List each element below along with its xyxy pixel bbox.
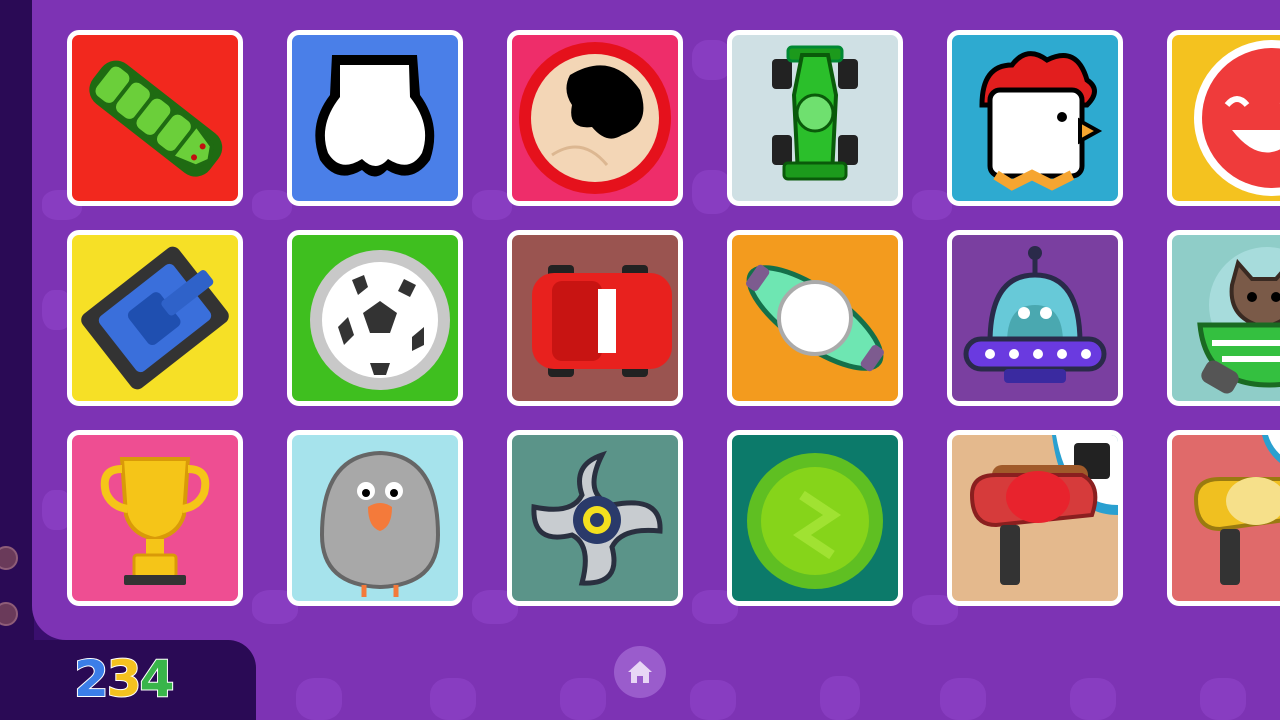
game-tile-trophy[interactable]: [67, 430, 243, 606]
game-tile-cat-boat[interactable]: [1167, 230, 1280, 406]
spaceship-icon: [746, 264, 884, 372]
player-count-digit-2: 3: [106, 649, 143, 709]
sumo-icon: [519, 42, 671, 194]
game-tile-red-boxer[interactable]: [947, 430, 1123, 606]
game-tile-pigeon[interactable]: [287, 430, 463, 606]
game-tile-green-ball[interactable]: [727, 430, 903, 606]
chicken-icon: [979, 51, 1103, 191]
game-tile-chicken[interactable]: [947, 30, 1123, 206]
game-tile-ufo[interactable]: [947, 230, 1123, 406]
green-ball-icon: [747, 453, 883, 589]
left-sidebar: [0, 0, 34, 720]
sidebar-dot-icon[interactable]: [0, 546, 18, 570]
red-car-icon: [532, 265, 672, 377]
paw-icon: [315, 55, 435, 177]
game-tile-soccer[interactable]: [287, 230, 463, 406]
cat-icon: [1197, 247, 1280, 394]
game-tile-smiley[interactable]: [1167, 30, 1280, 206]
soccer-ball-icon: [310, 250, 450, 390]
game-tile-tank[interactable]: [67, 230, 243, 406]
player-count-digit-1: 2: [73, 649, 110, 709]
game-tile-race-car[interactable]: [727, 30, 903, 206]
sidebar-dot-icon[interactable]: [0, 602, 18, 626]
game-tile-snake[interactable]: [67, 30, 243, 206]
player-count-digit-3: 4: [139, 649, 176, 709]
game-tile-yellow-boxer[interactable]: [1167, 430, 1280, 606]
home-button[interactable]: [614, 646, 666, 698]
race-car-icon: [772, 45, 858, 181]
tank-icon: [81, 246, 229, 390]
smiley-icon: [1194, 40, 1280, 196]
boxer-red-icon: [969, 435, 1118, 585]
game-tile-sumo[interactable]: [507, 30, 683, 206]
boxer-yellow-icon: [1193, 435, 1280, 585]
pigeon-icon: [319, 450, 441, 597]
game-tile-red-car[interactable]: [507, 230, 683, 406]
snake-icon: [89, 60, 223, 177]
home-icon: [628, 661, 652, 683]
game-tile-spaceship[interactable]: [727, 230, 903, 406]
ufo-icon: [963, 246, 1107, 383]
game-tile-paw[interactable]: [287, 30, 463, 206]
trophy-icon: [100, 457, 210, 585]
shuriken-icon: [531, 450, 663, 586]
game-tile-shuriken[interactable]: [507, 430, 683, 606]
player-count: 234: [73, 648, 204, 710]
